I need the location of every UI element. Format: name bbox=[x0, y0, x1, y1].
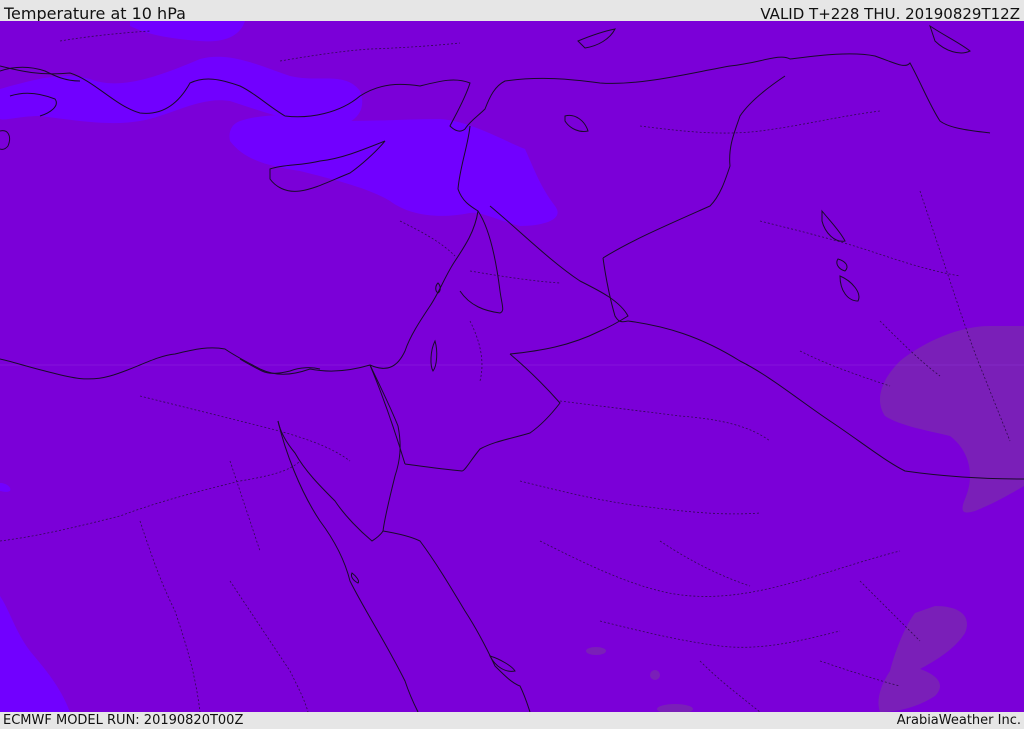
model-run-label: ECMWF MODEL RUN: 20190820T00Z bbox=[3, 713, 244, 728]
temperature-field-base bbox=[0, 21, 1024, 712]
header-bar: Temperature at 10 hPa VALID T+228 THU. 2… bbox=[0, 0, 1024, 23]
warmer-patch-tiny bbox=[650, 670, 660, 680]
temperature-map[interactable] bbox=[0, 21, 1024, 712]
warmer-patch-small bbox=[586, 647, 606, 655]
footer-bar: ECMWF MODEL RUN: 20190820T00Z ArabiaWeat… bbox=[0, 712, 1024, 729]
credit-label: ArabiaWeather Inc. bbox=[896, 713, 1021, 728]
